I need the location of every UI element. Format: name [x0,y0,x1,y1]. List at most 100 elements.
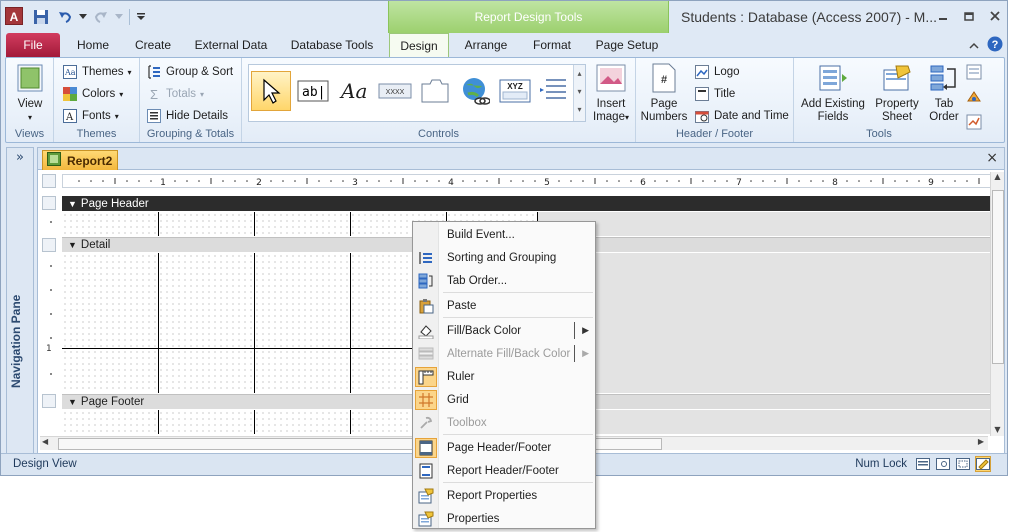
undo-icon[interactable] [55,8,75,26]
add-existing-fields-button[interactable]: Add Existing Fields [798,62,868,124]
tab-database-tools[interactable]: Database Tools [281,33,383,57]
tab-format[interactable]: Format [523,33,581,57]
ruler-tick [618,180,620,182]
menu-item-ruler[interactable]: Ruler [413,365,595,388]
design-view-icon[interactable] [975,456,991,472]
print-preview-icon[interactable] [935,456,951,472]
access-app-icon[interactable]: A [5,7,23,25]
ruler-tick [294,180,296,182]
report-selector[interactable] [42,174,56,188]
vertical-scrollbar[interactable]: ▲ ▼ [990,172,1004,436]
nav-pane-toggle-icon[interactable]: » [7,150,33,170]
ruler-tick [774,180,776,182]
page-footer-empty-area [538,410,990,434]
tab-order-button[interactable]: Tab Order [924,62,964,124]
text-box-icon[interactable]: ab| [293,71,333,111]
help-icon[interactable]: ? [987,36,1003,55]
scroll-up-icon[interactable]: ▲ [991,172,1004,181]
date-time-button[interactable]: Date and Time [694,108,789,124]
tab-report2[interactable]: Report2 [42,150,118,170]
convert-macros-icon[interactable] [966,114,982,133]
property-sheet-button[interactable]: Property Sheet [870,62,924,124]
menu-item-page-header-footer[interactable]: Page Header/Footer [413,436,595,459]
controls-group-label: Controls [418,128,459,140]
vertical-ruler-number: 1 [46,344,52,354]
menu-item-properties[interactable]: Properties [413,507,595,530]
minimize-icon[interactable] [935,9,951,23]
help-area: ? [969,36,1003,55]
page-header-selector[interactable] [42,196,56,210]
svg-text:#: # [661,74,667,86]
label-icon[interactable]: Aa [335,71,375,111]
close-document-icon[interactable]: × [986,150,998,166]
save-icon[interactable] [31,8,51,26]
ruler-number: 4 [448,178,454,187]
grid-icon [415,389,437,410]
minimize-ribbon-icon[interactable] [969,39,979,53]
customize-qat-icon[interactable] [136,8,146,26]
detail-selector[interactable] [42,238,56,252]
toolbox-icon [415,413,437,433]
select-pointer-icon[interactable] [251,71,291,111]
menu-item-report-properties[interactable]: Report Properties [413,484,595,507]
menu-item-label: Properties [447,512,500,525]
view-code-icon[interactable] [966,89,982,108]
undo-dropdown-icon[interactable] [79,8,87,26]
tab-create[interactable]: Create [125,33,181,57]
views-group-label: Views [14,128,45,140]
tab-external-data[interactable]: External Data [187,33,275,57]
ruler-tick [282,180,284,182]
report-view-icon[interactable] [915,456,931,472]
sort-group-icon [415,248,437,268]
vertical-scroll-thumb[interactable] [992,190,1004,364]
option-group-icon[interactable] [535,71,575,111]
tab-design[interactable]: Design [389,33,449,57]
subform-icon[interactable] [966,64,982,83]
menu-item-tab-order[interactable]: Tab Order... [413,269,595,292]
themes-button[interactable]: Aa Themes ▾ [62,64,132,80]
hyperlink-icon[interactable] [455,71,495,111]
layout-view-icon[interactable] [955,456,971,472]
scroll-right-icon[interactable]: ▶ [978,437,984,446]
ruler-tick [138,180,140,182]
navigation-pane[interactable]: » Navigation Pane [6,147,34,455]
menu-item-sorting-and-grouping[interactable]: Sorting and Grouping [413,246,595,269]
ruler-tick [918,180,920,182]
tab-control-icon[interactable] [415,71,455,111]
button-control-icon[interactable]: XXXX [375,71,415,111]
tab-page-setup[interactable]: Page Setup [589,33,665,57]
tab-arrange[interactable]: Arrange [455,33,517,57]
tab-file[interactable]: File [6,33,60,57]
menu-item-build-event[interactable]: Build Event... [413,223,595,246]
fonts-button[interactable]: A Fonts ▾ [62,108,119,124]
menu-item-report-header-footer[interactable]: Report Header/Footer [413,459,595,482]
restore-icon[interactable] [961,9,977,23]
ruler-tick [846,180,848,182]
menu-item-paste[interactable]: Paste [413,294,595,317]
insert-image-button[interactable]: Insert Image▾ [590,62,632,124]
scroll-down-icon[interactable]: ▼ [991,425,1004,434]
page-footer-selector[interactable] [42,394,56,408]
svg-text:Aa: Aa [339,79,367,103]
ruler-tick [582,180,584,182]
colors-button[interactable]: Colors ▾ [62,86,123,102]
horizontal-ruler[interactable]: 1 2 3 4 5 6 7 8 9 [62,174,992,188]
gallery-scroll[interactable]: ▴ ▾ ▾ [573,65,585,121]
view-button[interactable]: View ▾ [12,62,48,124]
navigation-control-icon[interactable]: XYZ [495,71,535,111]
close-window-icon[interactable] [987,9,1003,23]
ruler-tick [462,180,464,182]
page-numbers-button[interactable]: # Page Numbers [640,62,688,124]
logo-button[interactable]: Logo [694,64,740,80]
hide-details-button[interactable]: Hide Details [146,108,228,124]
submenu-separator [574,345,575,362]
menu-item-fill-back-color[interactable]: Fill/Back Color ▶ [413,319,595,342]
page-numbers-icon: # [648,62,680,94]
scroll-left-icon[interactable]: ◀ [42,437,48,446]
themes-group-label: Themes [76,128,117,140]
page-header-bar[interactable]: ▼ Page Header [62,196,990,211]
tab-home[interactable]: Home [67,33,119,57]
group-sort-button[interactable]: Group & Sort [146,64,233,80]
menu-item-grid[interactable]: Grid [413,388,595,411]
title-button[interactable]: Title [694,86,735,102]
